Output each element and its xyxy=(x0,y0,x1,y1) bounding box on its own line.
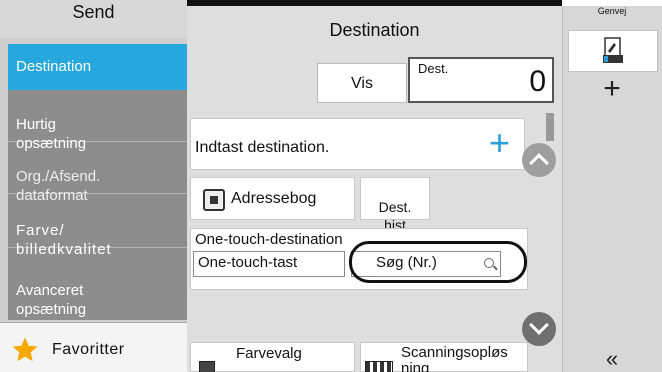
address-book-button[interactable]: Adressebog xyxy=(190,177,355,220)
smb-folder-icon xyxy=(603,37,623,63)
color-selection-label: Farvevalg xyxy=(236,345,302,362)
favorites-button[interactable]: Favoritter xyxy=(0,322,187,372)
destination-count-label: Dest. xyxy=(418,61,449,76)
sidebar-item-quick-setup[interactable]: Hurtig opsætning xyxy=(8,96,187,152)
star-icon xyxy=(12,337,38,362)
add-shortcut-button[interactable]: + xyxy=(562,72,662,106)
sidebar-item-label: Avanceret opsætning xyxy=(16,282,87,318)
chevron-down-icon xyxy=(529,315,549,335)
resolution-icon xyxy=(365,361,393,372)
address-book-icon xyxy=(203,189,225,211)
destination-history-button[interactable]: Dest. hist xyxy=(360,177,430,233)
enter-destination-button[interactable]: Indtast destination. + xyxy=(190,118,525,170)
sidebar-item-label: Farve/ billedkvalitet xyxy=(16,222,112,258)
divider xyxy=(8,141,187,142)
favorites-label: Favoritter xyxy=(52,341,125,358)
sidebar-item-advanced[interactable]: Avanceret opsætning xyxy=(8,262,187,318)
destination-count-box[interactable]: Dest. 0 xyxy=(408,57,554,103)
one-touch-title: One-touch-destination xyxy=(195,231,343,248)
chevron-up-icon xyxy=(529,153,549,173)
highlight-ring xyxy=(349,241,527,283)
color-icon xyxy=(199,361,215,372)
destination-count: 0 xyxy=(529,65,546,98)
shortcut-title: Genvej xyxy=(597,6,627,16)
sidebar-item-label: Hurtig opsætning xyxy=(16,116,87,152)
color-selection-button[interactable]: Farvevalg xyxy=(190,342,355,372)
sidebar-item-label: Destination xyxy=(16,58,92,75)
one-touch-key-button[interactable]: One-touch-tast xyxy=(193,251,345,277)
scan-resolution-button[interactable]: Scanningsopløs ning xyxy=(360,342,528,372)
address-book-label: Adressebog xyxy=(231,190,317,207)
divider xyxy=(8,193,187,194)
scroll-down-button[interactable] xyxy=(522,312,556,346)
page-title: Destination xyxy=(329,20,420,40)
sidebar-item-format[interactable]: Org./Afsend. dataformat xyxy=(8,148,187,204)
sidebar-item-destination[interactable]: Destination xyxy=(8,44,187,90)
scroll-up-button[interactable] xyxy=(522,143,556,177)
view-button[interactable]: Vis xyxy=(317,63,407,103)
scrollbar-thumb[interactable] xyxy=(546,113,554,141)
sidebar-item-color-quality[interactable]: Farve/ billedkvalitet xyxy=(8,202,187,258)
divider xyxy=(8,247,187,248)
plus-icon: + xyxy=(488,122,510,163)
collapse-panel-button[interactable]: « xyxy=(562,346,662,372)
sidebar-title: Send xyxy=(0,0,187,38)
scan-resolution-label: Scanningsopløs ning xyxy=(401,345,508,372)
shortcut-smb-button[interactable] xyxy=(568,30,658,72)
enter-destination-label: Indtast destination. xyxy=(195,139,330,156)
sidebar-item-label: Org./Afsend. dataformat xyxy=(16,168,101,204)
